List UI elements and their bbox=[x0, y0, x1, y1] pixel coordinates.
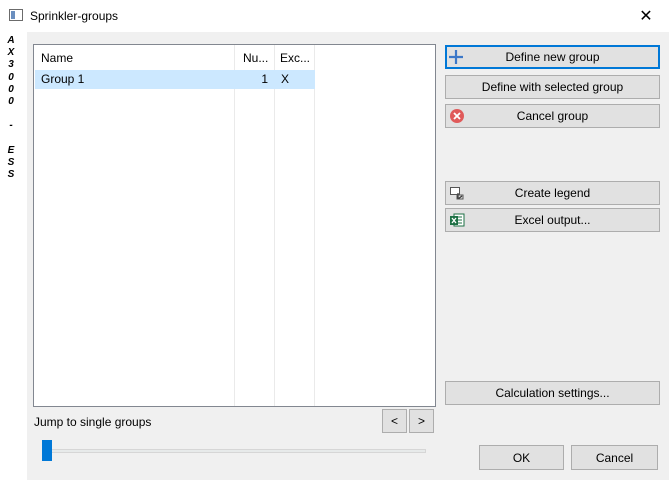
cancel-group-button[interactable]: Cancel group bbox=[445, 104, 660, 128]
side-label-char: 0 bbox=[8, 71, 14, 83]
window-title: Sprinkler-groups bbox=[30, 9, 119, 23]
side-label-char: X bbox=[7, 47, 15, 59]
title-bar: Sprinkler-groups ✕ bbox=[0, 0, 669, 32]
ok-button[interactable]: OK bbox=[479, 445, 564, 470]
column-separator bbox=[274, 45, 275, 406]
excel-output-label: Excel output... bbox=[514, 213, 591, 227]
define-new-group-label: Define new group bbox=[505, 50, 600, 64]
column-separator bbox=[234, 45, 235, 406]
side-label-char bbox=[5, 133, 17, 145]
create-legend-button[interactable]: Create legend bbox=[445, 181, 660, 205]
define-new-group-button[interactable]: Define new group bbox=[445, 45, 660, 69]
side-label-char: S bbox=[7, 157, 15, 169]
legend-icon bbox=[449, 185, 465, 201]
vertical-side-label: A X 3 0 0 0 - E S S bbox=[5, 35, 17, 181]
table-row[interactable]: Group 1 1 X bbox=[35, 70, 315, 89]
previous-group-button[interactable]: < bbox=[382, 409, 407, 433]
calculation-settings-label: Calculation settings... bbox=[495, 386, 610, 400]
next-group-button[interactable]: > bbox=[409, 409, 434, 433]
calculation-settings-button[interactable]: Calculation settings... bbox=[445, 381, 660, 405]
column-header-number[interactable]: Nu... bbox=[243, 45, 271, 71]
define-with-selected-group-label: Define with selected group bbox=[481, 80, 624, 94]
ok-label: OK bbox=[512, 450, 531, 465]
column-header-exclusive[interactable]: Exc... bbox=[280, 45, 312, 71]
close-icon: ✕ bbox=[639, 8, 653, 25]
close-button[interactable]: ✕ bbox=[623, 0, 669, 32]
groups-list[interactable]: Name Nu... Exc... Group 1 1 X bbox=[33, 44, 436, 407]
jump-to-single-groups-label: Jump to single groups bbox=[34, 415, 152, 429]
app-window-icon bbox=[9, 9, 23, 21]
group-slider-track[interactable] bbox=[42, 449, 426, 453]
side-label-char: 0 bbox=[8, 96, 14, 108]
side-label-char: - bbox=[9, 120, 13, 132]
side-label-char: 3 bbox=[8, 59, 14, 71]
column-separator bbox=[314, 45, 315, 406]
cell-number: 1 bbox=[261, 72, 268, 86]
chevron-right-icon: > bbox=[417, 414, 425, 428]
chevron-left-icon: < bbox=[390, 414, 398, 428]
cell-name: Group 1 bbox=[41, 72, 85, 86]
group-slider-thumb[interactable] bbox=[42, 440, 52, 461]
excel-output-button[interactable]: Excel output... bbox=[445, 208, 660, 232]
side-label-char: A bbox=[7, 35, 15, 46]
cancel-circle-icon bbox=[449, 108, 465, 124]
cell-exclusive: X bbox=[281, 72, 290, 86]
plus-icon bbox=[448, 49, 464, 65]
side-label-char: 0 bbox=[8, 83, 14, 95]
column-header-name[interactable]: Name bbox=[41, 45, 231, 71]
excel-icon bbox=[449, 212, 465, 228]
side-label-char bbox=[5, 108, 17, 120]
side-label-char: E bbox=[7, 144, 15, 156]
define-with-selected-group-button[interactable]: Define with selected group bbox=[445, 75, 660, 99]
create-legend-label: Create legend bbox=[514, 186, 591, 200]
cancel-group-label: Cancel group bbox=[516, 109, 589, 123]
cancel-label: Cancel bbox=[595, 450, 634, 465]
side-label-char: S bbox=[7, 169, 15, 181]
cancel-button[interactable]: Cancel bbox=[571, 445, 658, 470]
